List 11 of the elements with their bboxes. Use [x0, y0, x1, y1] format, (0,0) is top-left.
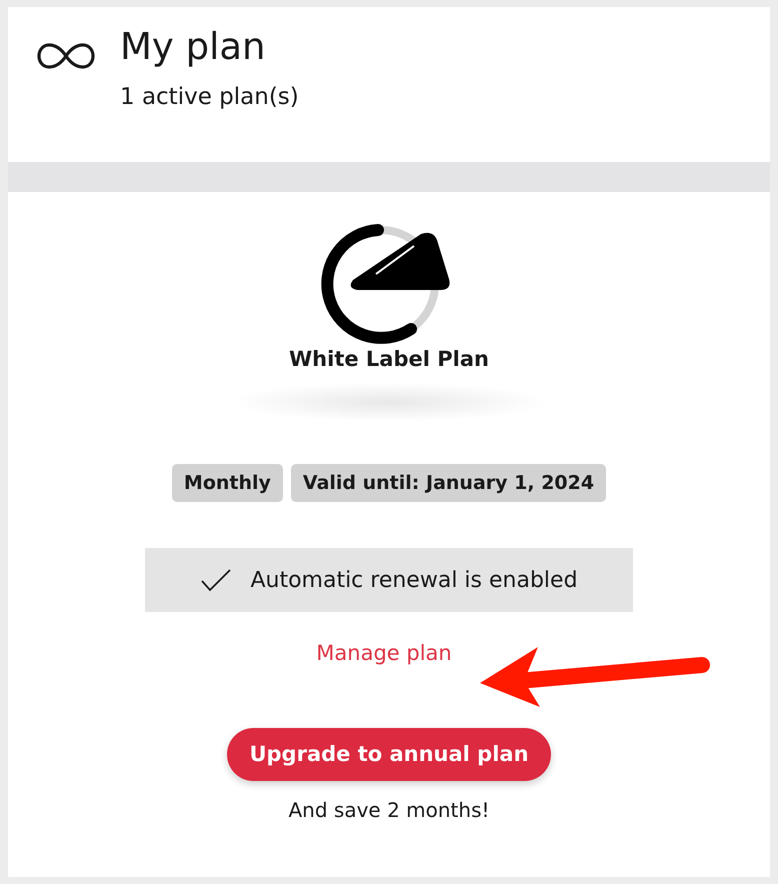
- card-title: My plan: [120, 27, 266, 68]
- check-icon: [200, 568, 232, 592]
- upgrade-button[interactable]: Upgrade to annual plan: [227, 728, 551, 781]
- infinity-icon: [36, 41, 96, 71]
- manage-plan-link[interactable]: Manage plan: [316, 638, 452, 670]
- plan-count: 1 active plan(s): [120, 82, 299, 112]
- plan-name: White Label Plan: [289, 346, 489, 373]
- renewal-text: Automatic renewal is enabled: [250, 566, 578, 594]
- plan-tag: Valid until: January 1, 2024: [290, 464, 606, 502]
- plan-tag: Monthly: [172, 464, 283, 502]
- savings-note: And save 2 months!: [288, 797, 490, 824]
